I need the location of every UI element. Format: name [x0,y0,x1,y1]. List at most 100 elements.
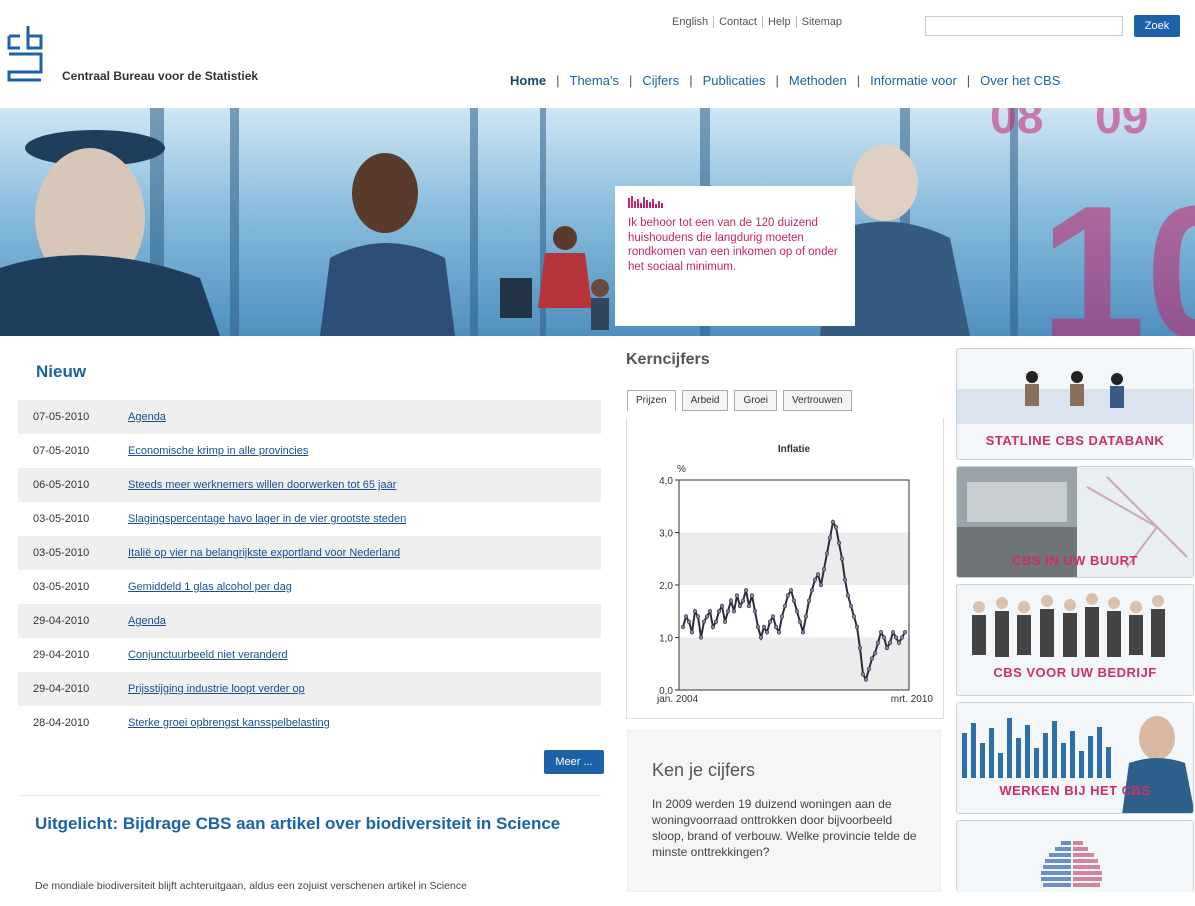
news-row: 07-05-2010 Agenda [18,400,601,434]
search-button[interactable]: Zoek [1134,15,1180,37]
news-date: 03-05-2010 [33,513,90,525]
population-pyramid-image [1041,841,1102,887]
news-link[interactable]: Sterke groei opbrengst kansspelbelasting [128,717,330,729]
data-point [896,640,902,645]
news-date: 03-05-2010 [33,547,90,559]
news-row: 28-04-2010 Sterke groei opbrengst kansspe… [18,706,601,740]
data-point [788,588,794,593]
nav-cijfers[interactable]: Cijfers [642,73,679,88]
quiz-title: Ken je cijfers [652,760,756,780]
promo-buurt[interactable]: CBS IN UW BUURT [956,466,1194,578]
data-point [707,609,713,614]
more-news-button[interactable]: Meer ... [544,750,604,774]
data-point [812,577,818,582]
link-english[interactable]: English [672,16,713,28]
data-point [737,603,743,609]
inflation-chart-panel: 0,0 1,0 2,0 3,0 4,0 Inflatie% jan. 2004 mrt. 20… [626,418,944,719]
promo-population[interactable] [956,820,1194,892]
y-tick-label: 2,0 [659,581,673,592]
promo-buurt-label: CBS IN UW BUURT [1012,553,1138,568]
y-tick-label: 1,0 [659,634,673,645]
nav-separator: | [556,73,560,88]
news-date: 29-04-2010 [33,683,90,695]
data-point [701,619,707,624]
data-point [818,582,824,588]
banner-quote-box[interactable]: Ik behoor tot een van de 120 duizend hui… [615,186,855,326]
news-link[interactable]: Slagingspercentage havo lager in de vier… [128,513,406,525]
news-list: 07-05-2010 Agenda 07-05-2010 Economische kr… [18,400,601,740]
data-point [842,577,848,582]
data-point [824,551,830,556]
promo-werken[interactable]: WERKEN BIJ HET CBS [956,702,1194,814]
data-point [875,640,881,645]
data-point [740,598,746,603]
data-point [833,525,839,530]
data-point [773,624,779,630]
data-point [890,630,896,635]
data-point [761,624,767,630]
promo-bedrijf[interactable]: CBS VOOR UW BEDRIJF [956,584,1194,696]
tab-prijzen[interactable]: Prijzen [627,390,676,411]
news-link[interactable]: Gemiddeld 1 glas alcohol per dag [128,581,292,593]
nav-themas[interactable]: Thema's [570,73,619,88]
news-link[interactable]: Agenda [128,411,166,423]
data-point [845,593,851,598]
data-point [782,603,788,609]
news-link[interactable]: Economische krimp in alle provincies [128,445,308,457]
promo-bedrijf-label: CBS VOOR UW BEDRIJF [993,665,1157,680]
data-point [776,630,782,635]
nav-informatie-voor[interactable]: Informatie voor [870,73,957,88]
news-row: 06-05-2010 Steeds meer werknemers willen … [18,468,601,502]
nav-home[interactable]: Home [510,73,546,88]
y-axis-label: % [677,464,686,475]
promo-statline[interactable]: STATLINE CBS DATABANK [956,348,1194,460]
data-point [689,630,695,635]
svg-text:08: 08 [990,108,1043,144]
data-point [767,619,773,624]
data-point [683,614,689,619]
data-point [821,567,827,572]
hero-banner: 08 09 10 Ik behoor tot een van de 120 du… [0,108,1195,336]
data-point [686,619,692,624]
data-point [887,640,893,645]
data-point [752,609,758,614]
news-link[interactable]: Prijsstijging industrie loopt verder op [128,683,305,695]
data-point [866,666,872,672]
data-point [848,603,854,609]
data-point [815,572,821,577]
data-point [884,645,890,651]
chart-title: Inflatie [778,444,811,455]
nav-separator: | [775,73,779,88]
news-link[interactable]: Conjunctuurbeeld niet veranderd [128,649,288,661]
quiz-text: In 2009 werden 19 duizend woningen aan d… [652,797,917,859]
cbs-logo[interactable] [7,24,43,86]
news-link[interactable]: Steeds meer werknemers willen doorwerken… [128,479,396,491]
data-point [746,603,752,609]
news-date: 07-05-2010 [33,411,90,423]
tab-vertrouwen[interactable]: Vertrouwen [782,390,852,411]
bar-chart-icon [628,196,842,208]
featured-title[interactable]: Uitgelicht: Bijdrage CBS aan artikel ove… [35,812,575,836]
news-date: 07-05-2010 [33,445,90,457]
news-date: 29-04-2010 [33,615,90,627]
inflation-chart: 0,01,02,03,04,0Inflatie%jan. 2004 mrt. 20… [656,444,933,705]
nav-publicaties[interactable]: Publicaties [703,73,766,88]
news-link[interactable]: Agenda [128,615,166,627]
search-input[interactable] [925,16,1123,36]
data-point [731,609,737,614]
link-sitemap[interactable]: Sitemap [795,16,847,28]
nav-methoden[interactable]: Methoden [789,73,847,88]
link-contact[interactable]: Contact [713,16,762,28]
data-point [827,535,833,540]
tab-groei[interactable]: Groei [734,390,777,411]
data-point [794,609,800,614]
grid-band [679,532,909,585]
nav-over-het-cbs[interactable]: Over het CBS [980,73,1060,88]
news-link[interactable]: Italië op vier na belangrijkste exportla… [128,547,400,559]
y-tick-label: 3,0 [659,529,673,540]
data-point [797,619,803,624]
data-point [860,672,866,677]
link-help[interactable]: Help [762,16,796,28]
news-heading: Nieuw [36,362,87,381]
tab-arbeid[interactable]: Arbeid [681,390,729,411]
